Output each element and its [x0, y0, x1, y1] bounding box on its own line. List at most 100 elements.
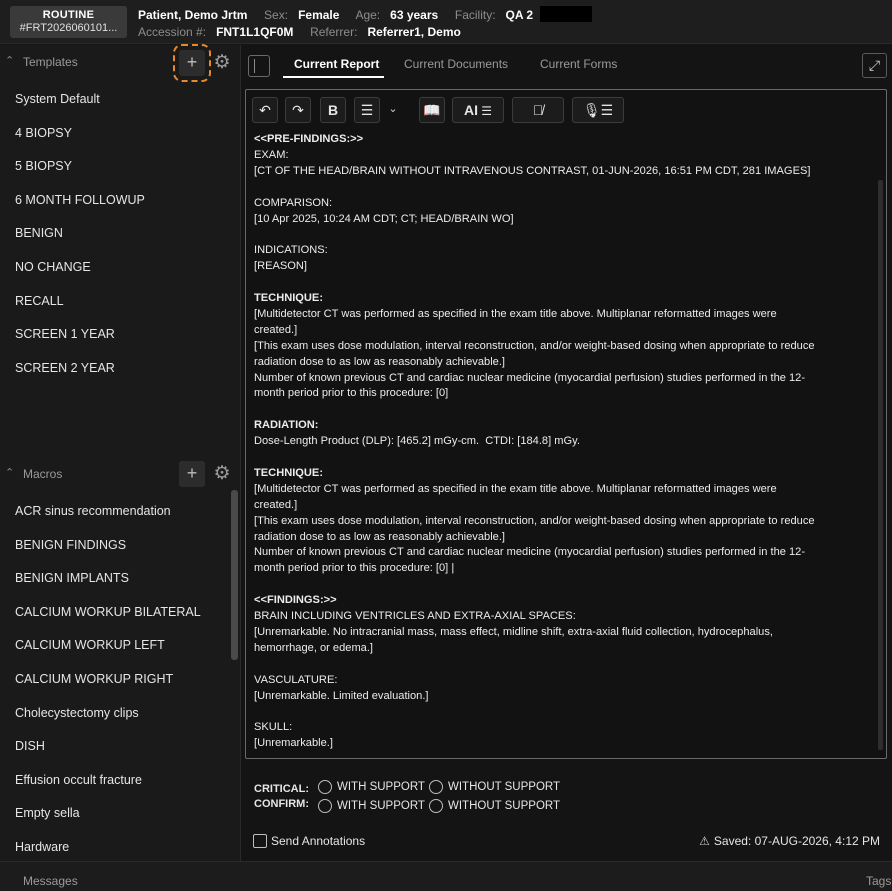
template-item[interactable]: SCREEN 1 YEAR	[0, 318, 230, 352]
macro-item[interactable]: Effusion occult fracture	[0, 764, 230, 798]
report-line: [Unremarkable. Limited evaluation.]	[254, 689, 429, 702]
report-line: [This exam uses dose modulation, interva…	[254, 339, 815, 352]
macros-scrollbar[interactable]	[231, 490, 238, 660]
report-line: Number of known previous CT and cardiac …	[254, 371, 806, 384]
report-line: RADIATION:	[254, 419, 319, 432]
messages-tab[interactable]: Messages	[23, 874, 78, 888]
report-line: [Multidetector CT was performed as speci…	[254, 482, 777, 495]
report-line: [10 Apr 2025, 10:24 AM CDT; CT; HEAD/BRA…	[254, 212, 514, 225]
send-annotations-checkbox[interactable]	[253, 834, 267, 848]
template-item[interactable]: BENIGN	[0, 217, 230, 251]
age-label: Age:	[355, 8, 381, 22]
referrer-value: Referrer1, Demo	[367, 25, 461, 39]
macro-item[interactable]: Cholecystectomy clips	[0, 697, 230, 731]
plus-icon: +	[186, 52, 198, 72]
without-support-label: WITHOUT SUPPORT	[448, 781, 561, 793]
redo-icon[interactable]: ↷	[285, 97, 311, 123]
saved-text: Saved: 07-AUG-2026, 4:12 PM	[713, 834, 880, 848]
macro-item[interactable]: Empty sella	[0, 797, 230, 831]
report-line: [CT OF THE HEAD/BRAIN WITHOUT INTRAVENOU…	[254, 164, 811, 177]
templates-header[interactable]: ⌃ Templates + ⚙	[0, 44, 241, 82]
plus-icon: +	[186, 463, 198, 483]
template-item[interactable]: 5 BIOPSY	[0, 150, 230, 184]
report-line	[254, 657, 874, 673]
report-line: <<PRE-FINDINGS:>>	[254, 133, 364, 145]
confirm-label: CONFIRM:	[254, 798, 309, 810]
accession-label: Accession #:	[138, 25, 207, 39]
sex-label: Sex:	[264, 8, 289, 22]
accession-value: FNT1L1QF0M	[216, 25, 294, 39]
list-icon[interactable]: ☰	[354, 97, 380, 123]
template-item[interactable]: NO CHANGE	[0, 251, 230, 285]
report-line: [REASON]	[254, 260, 308, 273]
referrer-label: Referrer:	[310, 25, 358, 39]
template-item[interactable]: 4 BIOPSY	[0, 117, 230, 151]
warning-icon: ⚠	[699, 834, 710, 848]
template-item[interactable]: SCREEN 2 YEAR	[0, 352, 230, 386]
editor-scrollbar[interactable]	[878, 180, 883, 750]
tab-current-report[interactable]: Current Report	[294, 57, 379, 71]
report-line: TECHNIQUE:	[254, 466, 324, 479]
study-header: ROUTINE #FRT2026060101... Patient, Demo …	[0, 0, 892, 44]
macro-item[interactable]: CALCIUM WORKUP BILATERAL	[0, 596, 230, 630]
bold-icon[interactable]: B	[320, 97, 346, 123]
confirm-with-support-radio[interactable]	[318, 799, 332, 813]
study-id: #FRT2026060101...	[19, 22, 118, 34]
report-line: BRAIN INCLUDING VENTRICLES AND EXTRA-AXI…	[254, 610, 576, 623]
gear-icon[interactable]: ⚙	[211, 463, 233, 485]
critical-with-support-radio[interactable]	[318, 780, 332, 794]
template-item[interactable]: RECALL	[0, 285, 230, 319]
sidebar-toggle-icon[interactable]	[248, 55, 270, 77]
age-value: 63 years	[390, 8, 439, 22]
report-line: <<FINDINGS:>>	[254, 594, 337, 607]
report-line	[254, 705, 874, 721]
template-item[interactable]: System Default	[0, 83, 230, 117]
report-line: month period prior to this procedure: [0…	[254, 562, 455, 575]
list-icon: ☰	[477, 104, 493, 118]
report-line: [Unremarkable. No intracranial mass, mas…	[254, 626, 773, 638]
macro-item[interactable]: DISH	[0, 730, 230, 764]
confirm-without-support-radio[interactable]	[429, 799, 443, 813]
templates-title: Templates	[23, 55, 78, 69]
report-line	[254, 450, 874, 466]
report-line: [Multidetector CT was performed as speci…	[254, 307, 777, 320]
report-text[interactable]: <<PRE-FINDINGS:>> EXAM: [CT OF THE HEAD/BR…	[254, 132, 874, 752]
report-line	[254, 180, 874, 196]
macro-item[interactable]: CALCIUM WORKUP LEFT	[0, 629, 230, 663]
mic-list-icon[interactable]: 🎙☰	[572, 97, 624, 123]
report-line	[254, 275, 874, 291]
ai-button[interactable]: AI ☰	[452, 97, 504, 123]
book-icon[interactable]: 📖	[419, 97, 445, 123]
tab-current-documents[interactable]: Current Documents	[404, 57, 508, 71]
add-template-button[interactable]: +	[173, 44, 211, 82]
collapse-icon[interactable]: ⌃	[5, 54, 14, 67]
templates-list: System Default 4 BIOPSY 5 BIOPSY 6 MONTH FO…	[0, 83, 230, 385]
macro-item[interactable]: Hardware	[0, 831, 230, 865]
macro-item[interactable]: CALCIUM WORKUP RIGHT	[0, 663, 230, 697]
critical-label: CRITICAL:	[254, 783, 309, 795]
chevron-down-icon[interactable]: ⌄	[386, 97, 400, 123]
report-line: COMPARISON:	[254, 196, 333, 209]
critical-without-support-radio[interactable]	[429, 780, 443, 794]
macros-header[interactable]: ⌃ Macros + ⚙	[0, 459, 241, 489]
priority-badge[interactable]: ROUTINE #FRT2026060101...	[10, 6, 127, 38]
report-line: VASCULATURE:	[254, 673, 338, 686]
template-item[interactable]: 6 MONTH FOLLOWUP	[0, 184, 230, 218]
macros-title: Macros	[23, 467, 63, 481]
undo-icon[interactable]: ↶	[252, 97, 278, 123]
tags-tab[interactable]: Tags	[866, 874, 891, 888]
report-line	[254, 577, 874, 593]
macro-item[interactable]: ACR sinus recommendation	[0, 495, 230, 529]
report-editor[interactable]: ↶ ↷ B ☰ ⌄ 📖 AI ☰ 🎙̸ 🎙☰ <<PRE-FINDINGS:>>…	[245, 89, 887, 759]
gear-icon[interactable]: ⚙	[211, 52, 233, 74]
macro-item[interactable]: BENIGN FINDINGS	[0, 529, 230, 563]
macro-item[interactable]: BENIGN IMPLANTS	[0, 562, 230, 596]
add-macro-button[interactable]: +	[179, 461, 205, 487]
with-support-label: WITH SUPPORT	[337, 800, 425, 812]
mic-off-icon[interactable]: 🎙̸	[512, 97, 564, 123]
active-tab-indicator	[283, 76, 384, 78]
tab-current-forms[interactable]: Current Forms	[540, 57, 617, 71]
collapse-icon[interactable]: ⌃	[5, 466, 14, 479]
report-line: [Unremarkable.]	[254, 737, 333, 750]
expand-icon[interactable]: ⤢	[862, 53, 887, 78]
